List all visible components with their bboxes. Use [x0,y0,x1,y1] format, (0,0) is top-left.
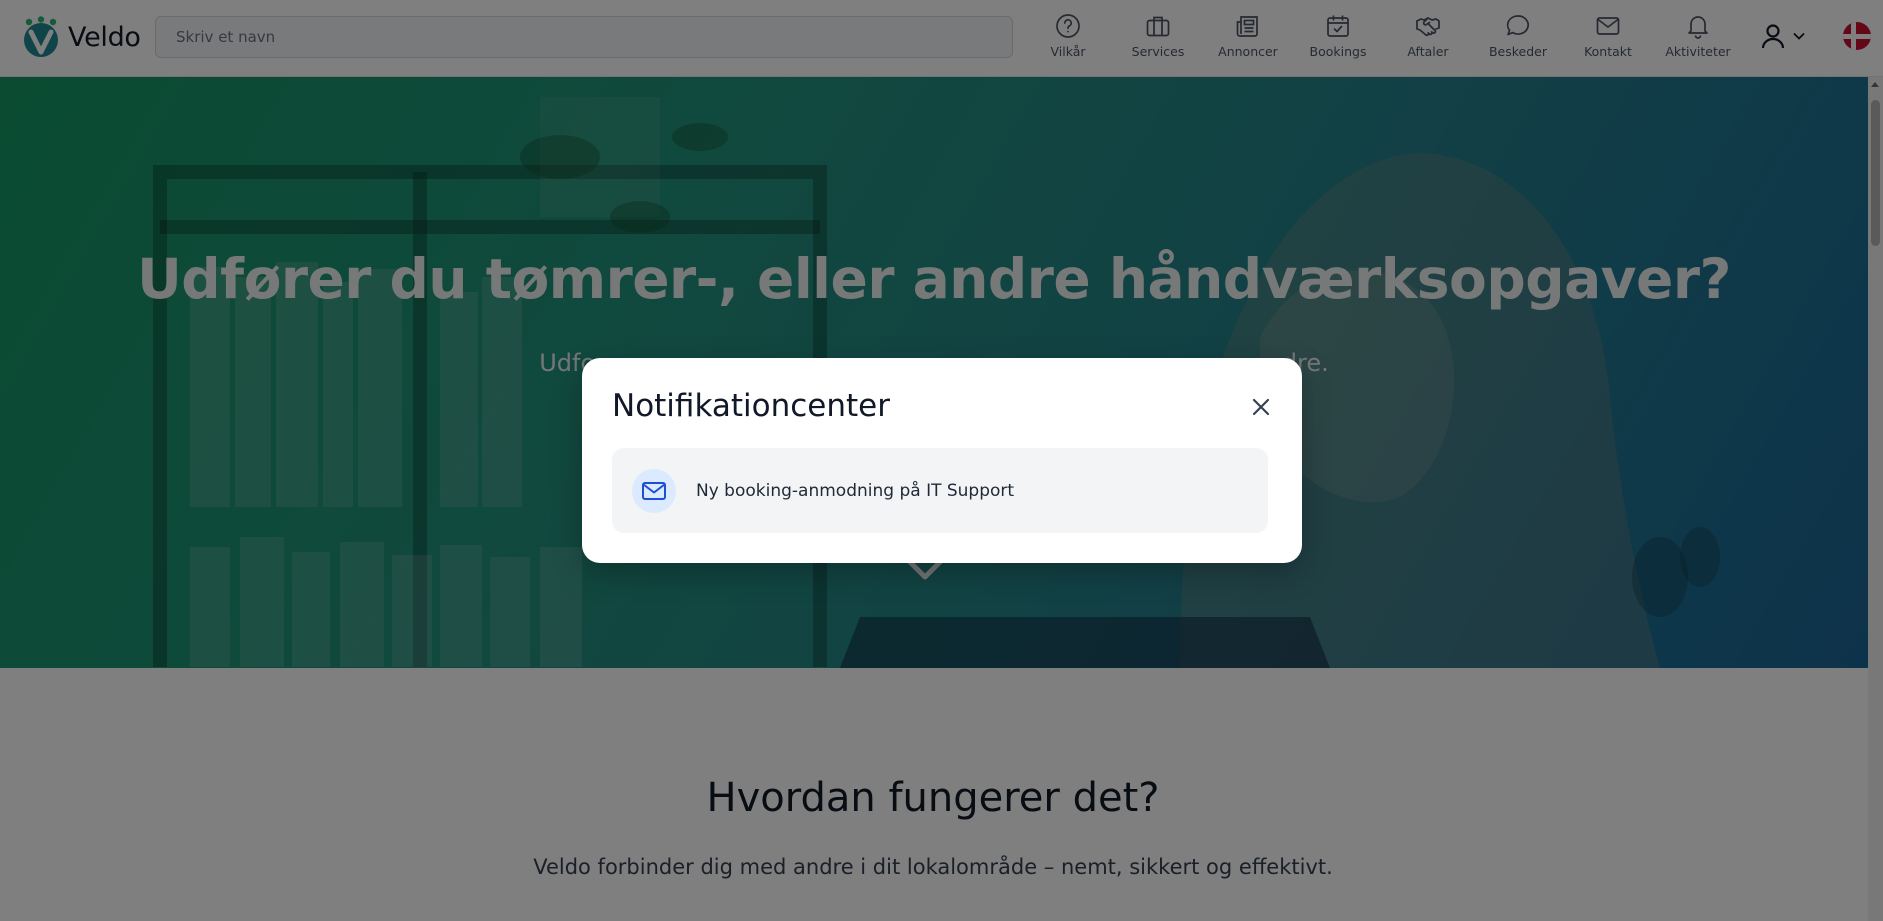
notification-text: Ny booking-anmodning på IT Support [696,480,1015,501]
mail-icon [642,481,666,500]
modal-title: Notifikationcenter [612,388,890,424]
notification-center-modal: Notifikationcenter Ny booking-anmodning … [582,358,1302,563]
notification-item[interactable]: Ny booking-anmodning på IT Support [612,448,1268,533]
close-icon[interactable] [1247,393,1275,421]
notification-icon-badge [632,468,676,513]
